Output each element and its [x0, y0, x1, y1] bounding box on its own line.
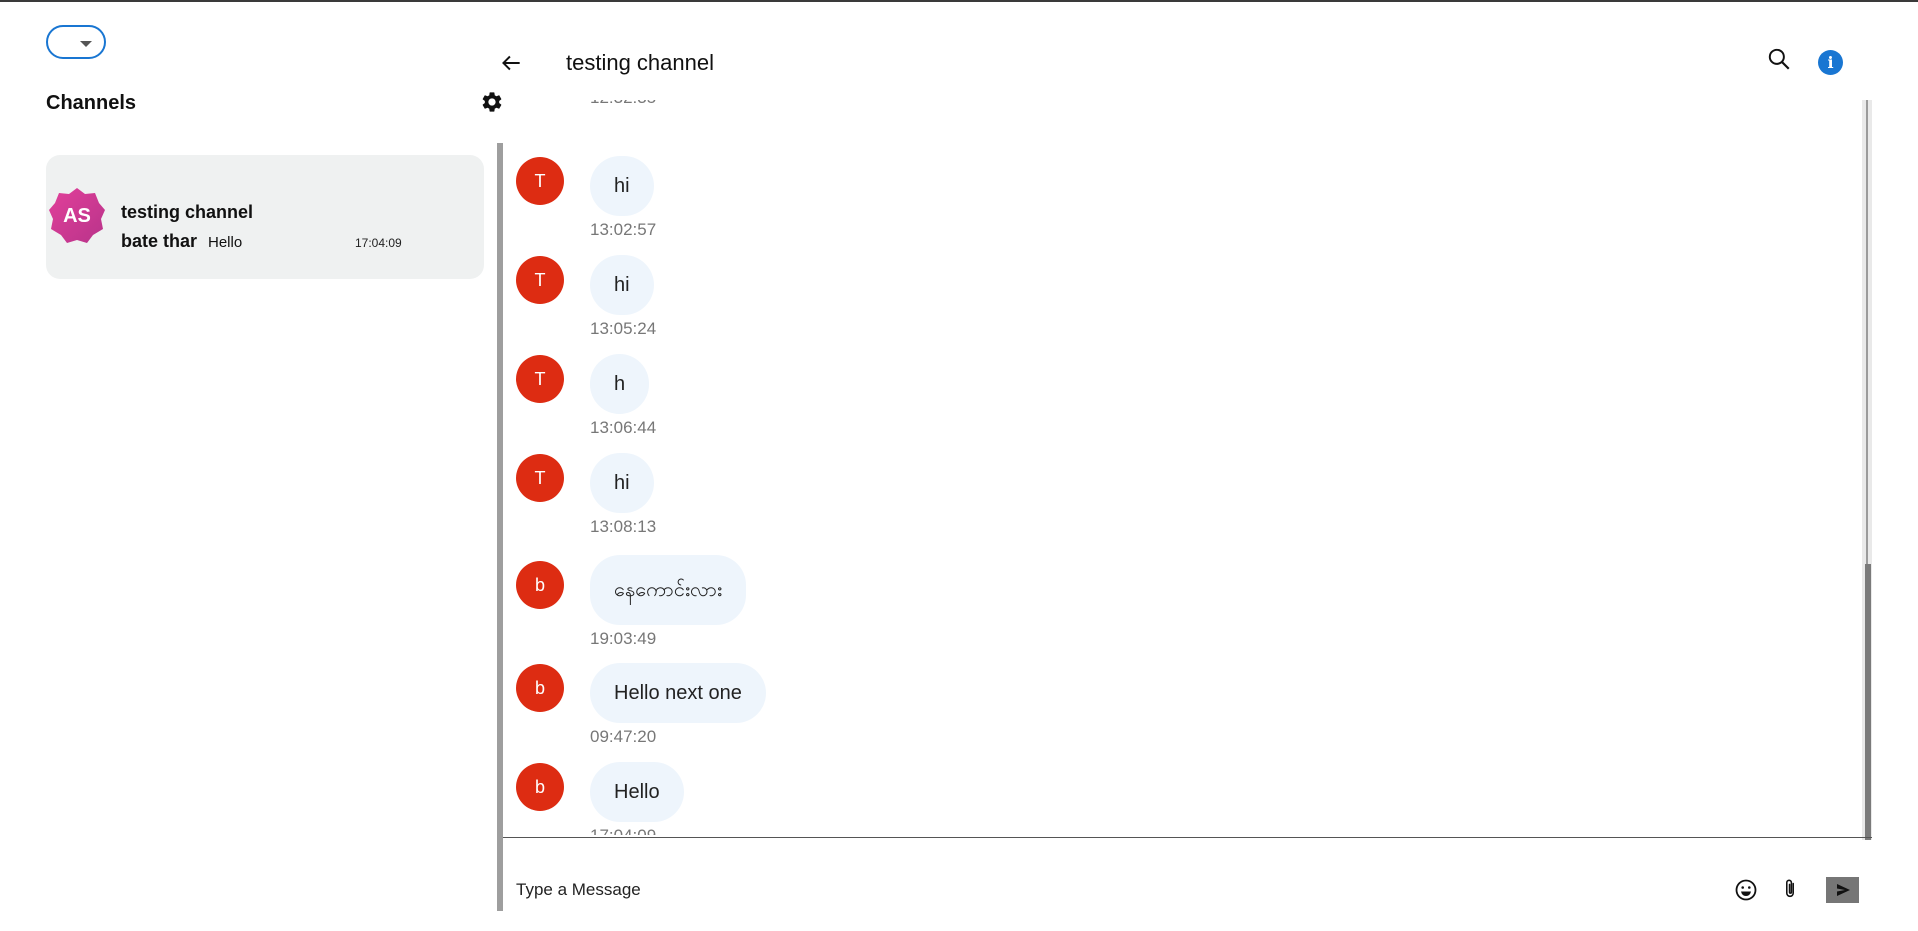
channels-heading: Channels — [46, 92, 137, 114]
message-time: 17:04:09 — [590, 826, 656, 835]
channel-name: testing channel — [121, 202, 254, 222]
message-time: 19:03:49 — [590, 629, 657, 648]
message-bubble[interactable]: h — [590, 354, 650, 414]
avatar[interactable]: b — [516, 561, 564, 609]
avatar[interactable]: T — [516, 256, 564, 304]
channel-time: 17:04:09 — [355, 236, 402, 250]
message-bubble[interactable]: နေကောင်းလား — [590, 555, 747, 625]
emoji-icon[interactable] — [1734, 878, 1758, 902]
send-button[interactable] — [1826, 877, 1859, 903]
search-icon[interactable] — [1766, 46, 1792, 72]
avatar[interactable]: T — [516, 157, 564, 205]
message-scrollbar[interactable] — [1862, 100, 1872, 840]
channel-last-sender: bate thar — [121, 231, 198, 251]
channel-list-item[interactable]: AS testing channel bate thar Hello 17:04… — [46, 155, 484, 279]
message-bubble[interactable]: Hello next one — [590, 663, 766, 723]
message-row: b Hello 17:04:09 — [503, 762, 903, 835]
workspace-dropdown[interactable] — [46, 25, 106, 59]
svg-text:AS: AS — [63, 205, 91, 227]
message-bubble[interactable]: hi — [590, 255, 654, 315]
scrollbar-thumb[interactable] — [1865, 564, 1871, 840]
message-time: 12:32:35 — [590, 100, 656, 108]
avatar[interactable]: T — [516, 355, 564, 403]
message-time: 13:08:13 — [590, 517, 657, 536]
gear-icon[interactable] — [480, 90, 504, 114]
message-bubble[interactable]: hi — [590, 453, 654, 513]
composer-divider — [503, 837, 1872, 838]
message-time: 13:05:24 — [590, 319, 657, 338]
chat-title: testing channel — [566, 50, 714, 75]
avatar[interactable]: b — [516, 664, 564, 712]
info-icon[interactable]: i — [1818, 50, 1843, 75]
message-time: 13:02:57 — [590, 220, 657, 239]
paperclip-icon[interactable] — [1779, 877, 1801, 901]
channel-logo: AS — [49, 188, 105, 243]
message-time: 13:06:44 — [590, 418, 657, 437]
caret-down-icon — [80, 41, 92, 47]
avatar[interactable]: T — [516, 454, 564, 502]
message-bubble[interactable]: Hello — [590, 762, 684, 822]
channel-last-message: Hello — [208, 234, 243, 251]
send-icon — [1837, 884, 1850, 896]
avatar[interactable]: b — [516, 763, 564, 811]
top-border — [0, 0, 1918, 2]
message-time: 09:47:20 — [590, 727, 657, 746]
message-input[interactable] — [514, 874, 1718, 906]
arrow-left-icon[interactable] — [498, 50, 524, 76]
scrollbar-track — [1866, 100, 1868, 564]
message-bubble[interactable]: hi — [590, 156, 654, 216]
message-list[interactable]: 12:32:35 Thi 13:02:57 Thi 13:05:24 Th 13:06:44… — [503, 100, 1861, 835]
